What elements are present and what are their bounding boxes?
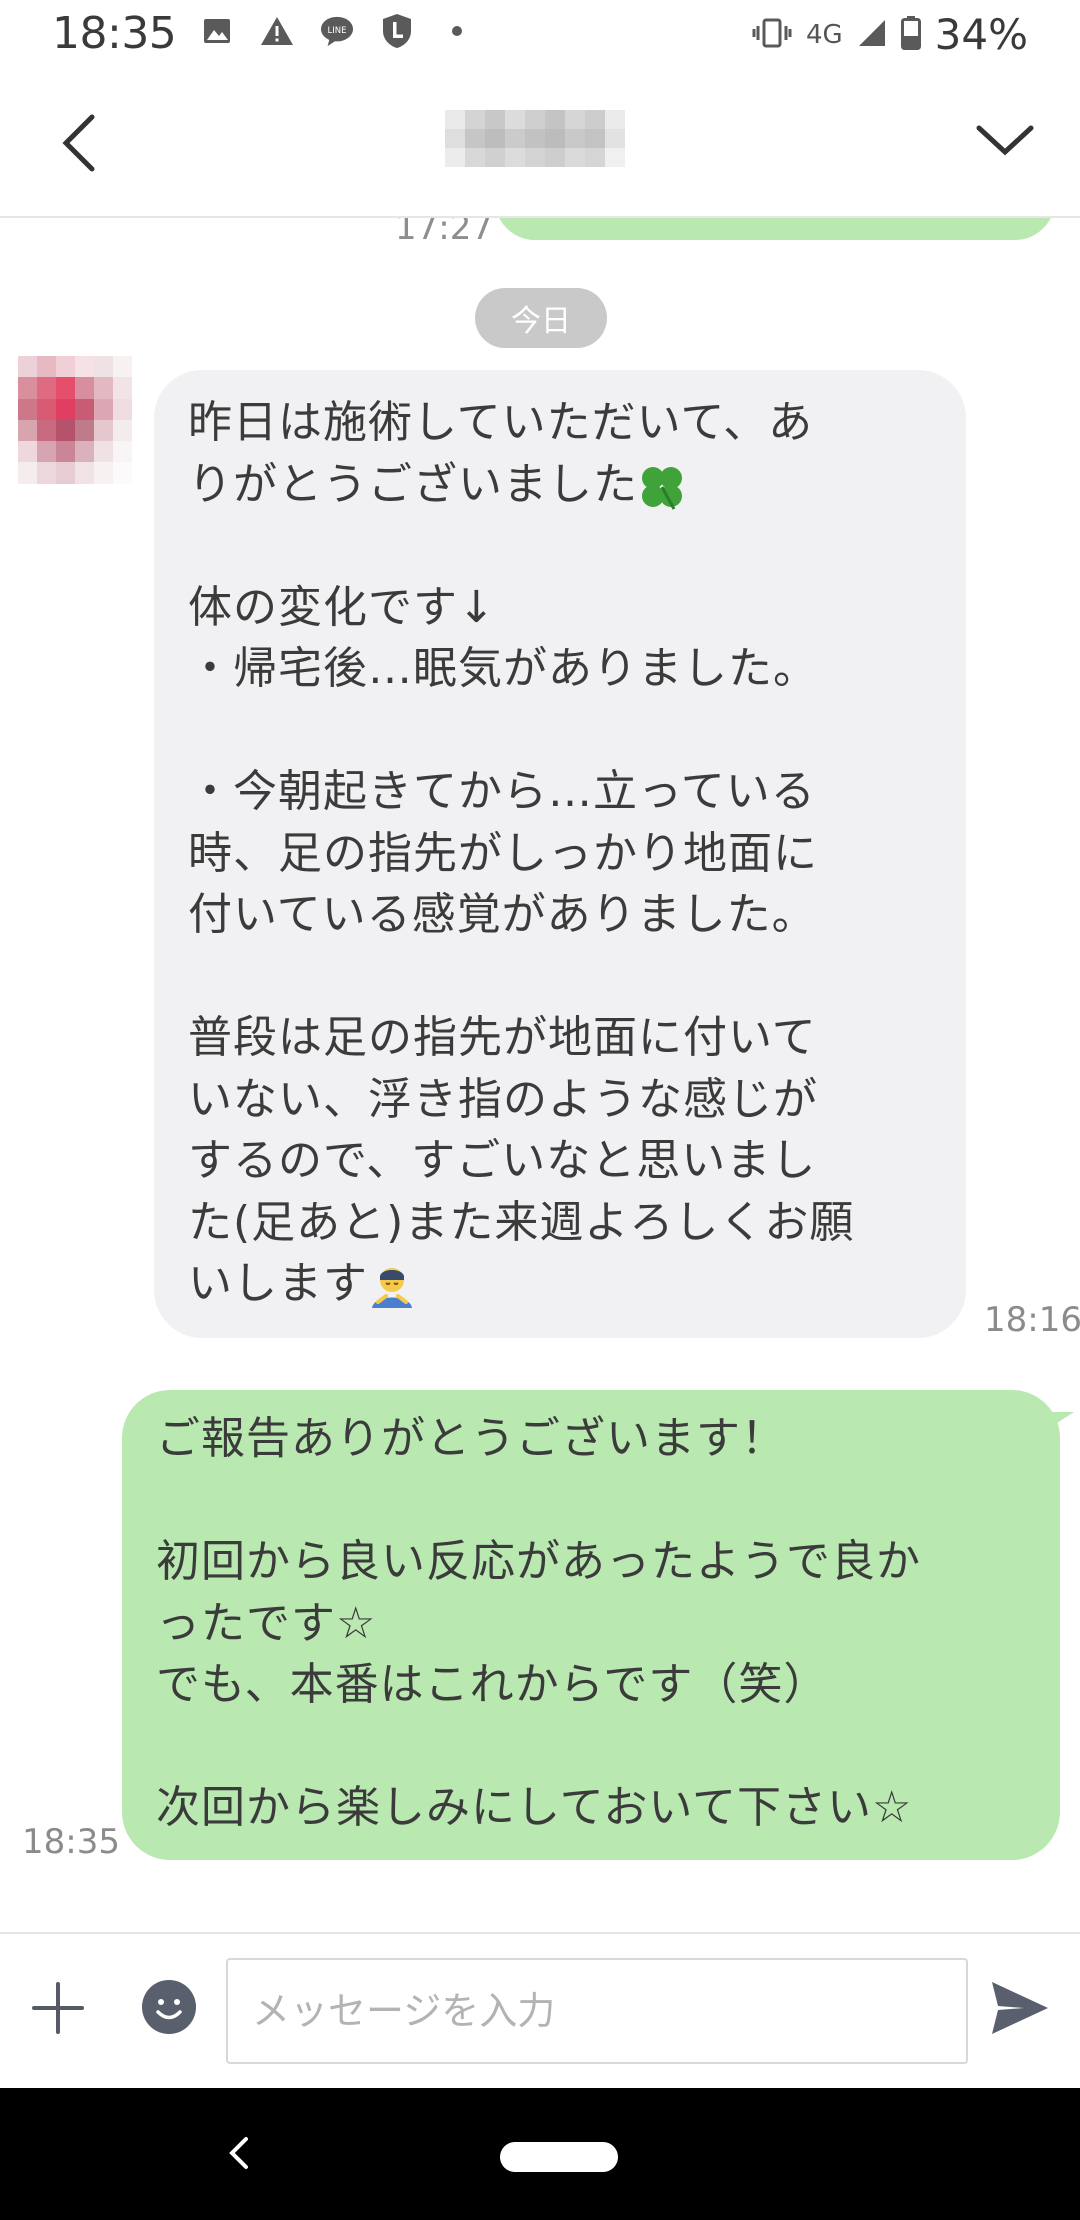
- send-button[interactable]: [988, 1976, 1052, 2040]
- send-icon: [992, 1982, 1048, 2034]
- menu-button[interactable]: [970, 110, 1040, 170]
- chevron-left-icon: [62, 114, 95, 172]
- outgoing-message-text: ご報告ありがとうございます！ 初回から良い反応があったようで良か ったです☆ で…: [156, 1413, 921, 1833]
- title-blur: [445, 110, 625, 168]
- image-icon: [200, 14, 234, 48]
- nav-home-button[interactable]: [500, 2142, 618, 2172]
- sticker-button[interactable]: [140, 1978, 198, 2036]
- chevron-down-icon: [976, 125, 1034, 156]
- outgoing-message-bubble[interactable]: ご報告ありがとうございます！ 初回から良い反応があったようで良か ったです☆ で…: [122, 1390, 1074, 1860]
- date-label: 今日: [511, 304, 571, 339]
- battery-percent: 34%: [934, 10, 1028, 59]
- vibrate-icon: [752, 18, 792, 52]
- message-input-bar: [0, 1932, 1080, 2088]
- battery-icon: [900, 15, 921, 54]
- navigation-bar: [0, 2088, 1080, 2220]
- previous-message-time: 17:27: [395, 218, 493, 248]
- status-time: 18:35: [52, 8, 177, 59]
- outgoing-message-time: 18:35: [22, 1822, 120, 1862]
- status-bar: 18:35 LINE 4G 34%: [0, 0, 1080, 68]
- incoming-message-time: 18:16: [984, 1300, 1080, 1340]
- bubble-tail: [1046, 1412, 1074, 1430]
- message-input[interactable]: [226, 1958, 968, 2064]
- incoming-message-bubble[interactable]: 昨日は施術していただいて、あ りがとうございました 体の変化です↓ ・帰宅後…眠…: [154, 370, 966, 1338]
- nav-back-button[interactable]: [218, 2128, 258, 2178]
- avatar[interactable]: [18, 356, 132, 484]
- status-right: 4G 34%: [752, 10, 1028, 59]
- smiley-icon: [142, 1980, 196, 2034]
- incoming-message-text: 昨日は施術していただいて、あ りがとうございました: [188, 397, 814, 510]
- add-button[interactable]: [28, 1978, 88, 2038]
- chat-area[interactable]: 17:27 今日 昨日は施術していただいて、あ りがとうございました 体の変化で…: [0, 218, 1080, 1932]
- bowing-person-icon: [368, 1262, 416, 1310]
- svg-text:LINE: LINE: [328, 26, 347, 36]
- nav-back-icon: [229, 2137, 248, 2169]
- network-type: 4G: [805, 19, 843, 50]
- signal-icon: [857, 18, 887, 52]
- notification-icons: LINE: [200, 14, 474, 48]
- date-separator: 今日: [475, 288, 607, 348]
- chat-header: [0, 68, 1080, 218]
- plus-icon: [32, 1982, 84, 2034]
- chat-title: [445, 110, 625, 168]
- line-icon: LINE: [320, 14, 354, 48]
- incoming-message-text-rest: 体の変化です↓ ・帰宅後…眠気がありました。 ・今朝起きてから…立っている 時、…: [188, 581, 855, 1310]
- dot-icon: [440, 14, 474, 48]
- previous-message-bubble[interactable]: [495, 218, 1055, 240]
- four-leaf-clover-icon: [638, 463, 686, 511]
- warning-icon: [260, 14, 294, 48]
- l-shield-icon: [380, 14, 414, 48]
- back-button[interactable]: [48, 108, 108, 178]
